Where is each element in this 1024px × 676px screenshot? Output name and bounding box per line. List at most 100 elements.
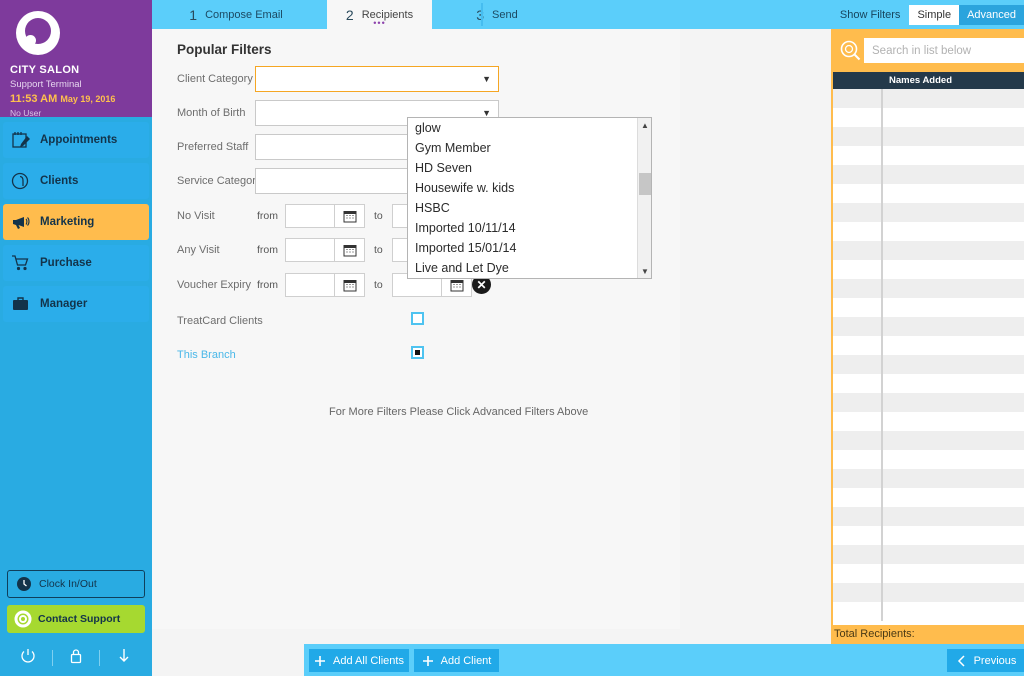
no-visit-from-input[interactable]: [285, 204, 335, 228]
tab-label: Send: [492, 9, 518, 21]
search-input[interactable]: [864, 38, 1024, 63]
recipient-row[interactable]: [833, 317, 1024, 336]
recipient-row[interactable]: [833, 222, 1024, 241]
tab-recipients[interactable]: 2 Recipients •••: [327, 0, 432, 29]
recipient-row[interactable]: [833, 146, 1024, 165]
recipient-row[interactable]: [833, 412, 1024, 431]
recipient-row[interactable]: [833, 241, 1024, 260]
shopping-cart-icon: [11, 254, 33, 272]
recipient-row[interactable]: [833, 393, 1024, 412]
search-icon: [838, 39, 862, 63]
recipient-row[interactable]: [833, 184, 1024, 203]
recipient-row[interactable]: [833, 203, 1024, 222]
recipient-row[interactable]: [833, 602, 1024, 621]
recipient-row[interactable]: [833, 298, 1024, 317]
add-all-clients-button[interactable]: Add All Clients: [309, 649, 409, 672]
clock-in-out-button[interactable]: Clock In/Out: [7, 570, 145, 598]
recipient-row[interactable]: [833, 488, 1024, 507]
scroll-up-arrow-icon[interactable]: ▲: [638, 118, 652, 132]
any-visit-from-input[interactable]: [285, 238, 335, 262]
client-category-select[interactable]: ▼: [255, 66, 499, 92]
filter-label: Any Visit: [177, 244, 220, 256]
scrollbar-thumb[interactable]: [639, 173, 651, 195]
recipient-row[interactable]: [833, 526, 1024, 545]
recipient-row[interactable]: [833, 260, 1024, 279]
contact-support-button[interactable]: Contact Support: [7, 605, 145, 633]
sidebar-item-label: Manager: [40, 298, 87, 310]
recipient-row[interactable]: [833, 583, 1024, 602]
tab-number: 1: [189, 7, 197, 23]
recipient-row[interactable]: [833, 279, 1024, 298]
column-header-names-added: Names Added: [883, 72, 1024, 89]
from-label: from: [257, 244, 278, 256]
dropdown-scrollbar[interactable]: ▲ ▼: [637, 118, 651, 278]
recipient-row[interactable]: [833, 165, 1024, 184]
recipient-row[interactable]: [833, 374, 1024, 393]
calendar-icon[interactable]: [335, 204, 365, 228]
calendar-icon[interactable]: [335, 238, 365, 262]
plus-icon: [314, 655, 326, 667]
this-branch-checkbox[interactable]: [411, 346, 424, 359]
dropdown-option[interactable]: glow: [408, 118, 638, 138]
scroll-down-arrow-icon[interactable]: ▼: [638, 264, 652, 278]
treatcard-clients-checkbox[interactable]: [411, 312, 424, 325]
filter-mode-advanced[interactable]: Advanced: [959, 5, 1024, 25]
filter-mode-simple[interactable]: Simple: [909, 5, 959, 25]
recipient-row[interactable]: [833, 127, 1024, 146]
power-icon[interactable]: [19, 647, 37, 670]
tab-send[interactable]: 3 Send: [437, 0, 557, 29]
row-column-divider: [881, 298, 883, 317]
row-column-divider: [881, 545, 883, 564]
wizard-tab-bar: 1 Compose Email 2 Recipients ••• 3 Send …: [152, 0, 1024, 29]
sidebar-item-marketing[interactable]: Marketing: [3, 204, 149, 240]
dropdown-option[interactable]: Imported 15/01/14: [408, 238, 638, 258]
recipient-row[interactable]: [833, 564, 1024, 583]
recipient-row[interactable]: [833, 545, 1024, 564]
dropdown-option[interactable]: Live and Let Dye: [408, 258, 638, 278]
row-column-divider: [881, 317, 883, 336]
recipient-row[interactable]: [833, 108, 1024, 127]
sidebar-item-label: Appointments: [40, 134, 117, 146]
sidebar-item-manager[interactable]: Manager: [3, 286, 149, 322]
voucher-expiry-from-input[interactable]: [285, 273, 335, 297]
filter-label[interactable]: This Branch: [177, 349, 236, 361]
previous-button[interactable]: Previous: [947, 649, 1024, 672]
recipient-row[interactable]: [833, 469, 1024, 488]
row-column-divider: [881, 374, 883, 393]
recipient-row[interactable]: [833, 450, 1024, 469]
filter-label: TreatCard Clients: [177, 315, 263, 327]
to-label: to: [374, 244, 383, 256]
from-label: from: [257, 210, 278, 222]
filter-row-this-branch: This Branch: [152, 340, 680, 374]
add-client-label: Add Client: [441, 655, 492, 667]
dropdown-option[interactable]: Imported 10/11/14: [408, 218, 638, 238]
row-column-divider: [881, 602, 883, 621]
salon-logo-icon: [16, 11, 60, 55]
current-date: May 19, 2016: [60, 94, 115, 104]
dropdown-option[interactable]: Gym Member: [408, 138, 638, 158]
row-column-divider: [881, 203, 883, 222]
recipient-row[interactable]: [833, 355, 1024, 374]
dropdown-option[interactable]: HSBC: [408, 198, 638, 218]
app-window: CITY SALON Support Terminal 11:53 AM May…: [0, 0, 1024, 676]
filter-label: No Visit: [177, 210, 215, 222]
lock-icon[interactable]: [67, 647, 85, 670]
recipient-row[interactable]: [833, 336, 1024, 355]
filter-label: Voucher Expiry: [177, 279, 251, 291]
row-column-divider: [881, 469, 883, 488]
recipient-row[interactable]: [833, 431, 1024, 450]
filter-mode-controls: Show Filters Simple Advanced: [840, 0, 1024, 29]
recipient-row[interactable]: [833, 89, 1024, 108]
dropdown-option[interactable]: HD Seven: [408, 158, 638, 178]
calendar-icon[interactable]: [335, 273, 365, 297]
download-arrow-icon[interactable]: [115, 647, 133, 670]
recipient-row[interactable]: [833, 507, 1024, 526]
sidebar-item-purchase[interactable]: Purchase: [3, 245, 149, 281]
sidebar-item-label: Clients: [40, 175, 78, 187]
brand-header: CITY SALON Support Terminal 11:53 AM May…: [0, 0, 152, 117]
tab-compose-email[interactable]: 1 Compose Email: [152, 0, 320, 29]
add-client-button[interactable]: Add Client: [414, 649, 499, 672]
dropdown-option[interactable]: Housewife w. kids: [408, 178, 638, 198]
sidebar-item-appointments[interactable]: Appointments: [3, 122, 149, 158]
sidebar-item-clients[interactable]: Clients: [3, 163, 149, 199]
